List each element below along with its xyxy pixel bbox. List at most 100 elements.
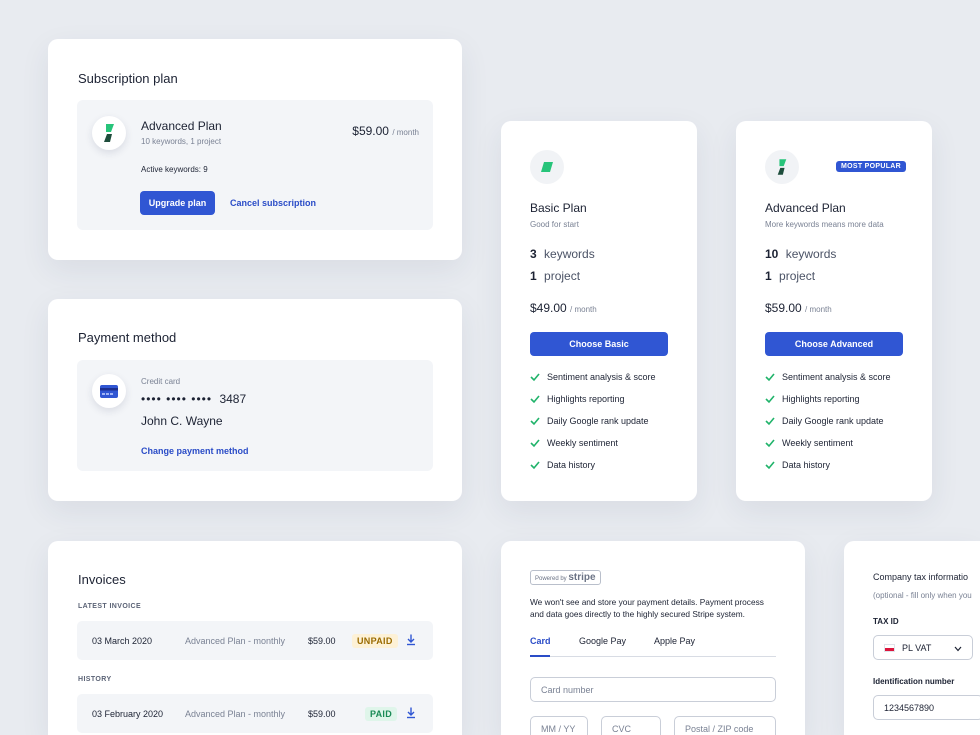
invoices-card: Invoices LATEST INVOICE 03 March 2020 Ad… xyxy=(48,541,462,735)
check-icon xyxy=(765,417,775,426)
tax-title: Company tax informatio xyxy=(873,572,969,582)
price-value: $59.00 xyxy=(765,301,802,315)
cancel-subscription-link[interactable]: Cancel subscription xyxy=(230,198,316,208)
check-icon xyxy=(765,395,775,404)
feature-label: Sentiment analysis & score xyxy=(547,372,656,382)
payment-method-card: Payment method Credit card •••• •••• •••… xyxy=(48,299,462,501)
feature-label: Daily Google rank update xyxy=(547,416,649,426)
upgrade-plan-button[interactable]: Upgrade plan xyxy=(140,191,215,215)
stripe-payment-card: Powered by stripe We won't see and store… xyxy=(501,541,805,735)
download-icon[interactable] xyxy=(406,634,416,647)
projects-label: project xyxy=(779,269,816,283)
basic-keywords: 3 keywords xyxy=(530,247,595,261)
check-icon xyxy=(530,439,540,448)
invoice-row[interactable]: 03 March 2020 Advanced Plan - monthly $5… xyxy=(77,621,433,660)
credit-card-icon xyxy=(92,374,126,408)
latest-invoice-label: LATEST INVOICE xyxy=(78,603,142,610)
invoice-plan: Advanced Plan - monthly xyxy=(185,635,286,646)
status-badge: UNPAID xyxy=(352,633,398,648)
advanced-keywords: 10 keywords xyxy=(765,247,836,261)
advanced-plan-name: Advanced Plan xyxy=(765,201,846,215)
feature-label: Highlights reporting xyxy=(782,394,860,404)
check-icon xyxy=(765,461,775,470)
tax-info-card: Company tax informatio (optional - fill … xyxy=(844,541,980,735)
card-type-label: Credit card xyxy=(141,377,181,386)
tax-subtitle: (optional - fill only when you xyxy=(873,591,972,600)
tab-apple-pay[interactable]: Apple Pay xyxy=(654,636,695,646)
stripe-notice-line-1: We won't see and store your payment deta… xyxy=(530,597,764,607)
check-icon xyxy=(530,461,540,470)
tab-card-underline xyxy=(530,655,550,657)
tab-google-pay[interactable]: Google Pay xyxy=(579,636,626,646)
card-number-input[interactable]: Card number xyxy=(530,677,776,702)
tab-card[interactable]: Card xyxy=(530,636,551,646)
price-period: / month xyxy=(805,305,832,314)
card-holder: John C. Wayne xyxy=(141,414,223,428)
feature-label: Data history xyxy=(547,460,596,470)
feature-item: Daily Google rank update xyxy=(765,416,884,426)
change-payment-link[interactable]: Change payment method xyxy=(141,446,249,456)
projects-count: 1 xyxy=(765,269,772,283)
basic-plan-name: Basic Plan xyxy=(530,201,587,215)
status-badge: PAID xyxy=(365,706,398,721)
powered-by-stripe: Powered by stripe xyxy=(530,570,601,585)
basic-plan-tagline: Good for start xyxy=(530,220,579,229)
stripe-notice-line-2: and data goes directly to the highly sec… xyxy=(530,609,745,619)
tax-id-select[interactable]: PL VAT xyxy=(873,635,973,660)
check-icon xyxy=(530,417,540,426)
feature-item: Weekly sentiment xyxy=(530,438,618,448)
postal-input[interactable]: Postal / ZIP code xyxy=(674,716,776,735)
subscription-title: Subscription plan xyxy=(78,71,178,86)
keywords-label: keywords xyxy=(785,247,837,261)
choose-advanced-button[interactable]: Choose Advanced xyxy=(765,332,903,356)
ident-input[interactable]: 1234567890 xyxy=(873,695,980,720)
advanced-plan-tagline: More keywords means more data xyxy=(765,220,884,229)
active-keywords: Active keywords: 9 xyxy=(141,165,208,174)
tabs-divider xyxy=(530,656,776,657)
feature-label: Sentiment analysis & score xyxy=(782,372,891,382)
expiry-input[interactable]: MM / YY xyxy=(530,716,588,735)
powered-by-label: Powered by xyxy=(535,576,567,582)
invoices-title: Invoices xyxy=(78,572,126,587)
feature-label: Highlights reporting xyxy=(547,394,625,404)
cvc-input[interactable]: CVC xyxy=(601,716,661,735)
invoice-row[interactable]: 03 February 2020 Advanced Plan - monthly… xyxy=(77,694,433,733)
basic-plan-card: Basic Plan Good for start 3 keywords 1 p… xyxy=(501,121,697,501)
feature-item: Data history xyxy=(765,460,830,470)
invoice-date: 03 February 2020 xyxy=(92,708,164,719)
check-icon xyxy=(765,439,775,448)
keywords-count: 3 xyxy=(530,247,537,261)
choose-basic-button[interactable]: Choose Basic xyxy=(530,332,668,356)
payment-title: Payment method xyxy=(78,330,177,345)
advanced-projects: 1 project xyxy=(765,269,815,283)
payment-panel: Credit card •••• •••• •••• 3487 John C. … xyxy=(77,360,433,471)
card-masked: •••• •••• •••• xyxy=(141,392,213,406)
basic-price: $49.00 / month xyxy=(530,301,597,315)
feature-label: Weekly sentiment xyxy=(547,438,618,448)
subscription-card: Subscription plan Advanced Plan 10 keywo… xyxy=(48,39,462,260)
feature-label: Weekly sentiment xyxy=(782,438,853,448)
feature-item: Weekly sentiment xyxy=(765,438,853,448)
feature-item: Highlights reporting xyxy=(765,394,860,404)
card-last4: 3487 xyxy=(219,392,247,406)
keywords-count: 10 xyxy=(765,247,779,261)
invoice-date: 03 March 2020 xyxy=(92,635,153,646)
chevron-down-icon xyxy=(954,644,962,654)
price-value: $49.00 xyxy=(530,301,567,315)
most-popular-badge: MOST POPULAR xyxy=(836,161,906,172)
ident-label: Identification number xyxy=(873,677,955,686)
check-icon xyxy=(530,395,540,404)
check-icon xyxy=(530,373,540,382)
plan-price: $59.00 / month xyxy=(352,124,419,138)
tax-id-value: PL VAT xyxy=(902,642,932,653)
plan-details: 10 keywords, 1 project xyxy=(141,137,222,146)
feature-item: Sentiment analysis & score xyxy=(530,372,656,382)
feature-item: Data history xyxy=(530,460,595,470)
feature-item: Daily Google rank update xyxy=(530,416,649,426)
history-label: HISTORY xyxy=(78,676,112,683)
brand-logo-icon xyxy=(92,116,126,150)
keywords-label: keywords xyxy=(544,247,595,261)
feature-label: Daily Google rank update xyxy=(782,416,884,426)
tax-id-label: TAX ID xyxy=(873,617,899,626)
download-icon[interactable] xyxy=(406,707,416,720)
